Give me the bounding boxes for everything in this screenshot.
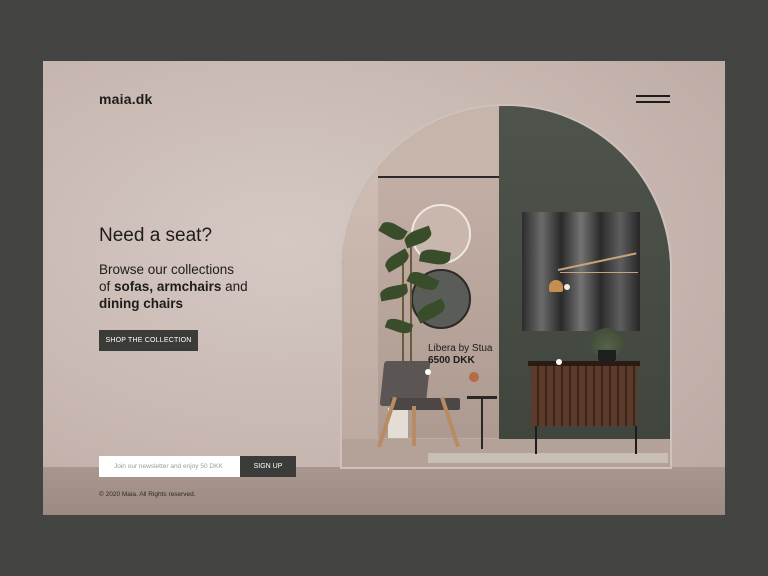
wall-lamp-shade bbox=[549, 280, 563, 292]
subtitle-text: of bbox=[99, 279, 111, 294]
subtitle-text: and bbox=[225, 279, 248, 294]
wall-lamp-knob bbox=[564, 284, 570, 290]
category-sofas: sofas bbox=[114, 279, 150, 294]
plant-leaf bbox=[379, 283, 409, 302]
arch-ceiling bbox=[378, 106, 499, 178]
logo[interactable]: maia.dk bbox=[99, 91, 153, 107]
category-separator: , bbox=[149, 279, 154, 294]
hero-panel: maia.dk Need a seat? Browse our collecti… bbox=[43, 61, 725, 515]
armchair-seat bbox=[390, 398, 460, 410]
product-hotspot-sideboard[interactable] bbox=[556, 359, 562, 365]
menu-line bbox=[636, 101, 670, 103]
vase bbox=[469, 372, 479, 382]
sideboard bbox=[531, 366, 637, 426]
armchair-leg bbox=[412, 406, 416, 446]
category-dining-chairs: dining chairs bbox=[99, 296, 184, 311]
plant-leaf bbox=[419, 247, 451, 267]
product-hotspot-armchair[interactable] bbox=[425, 369, 431, 375]
product-price: 6500 DKK bbox=[428, 355, 475, 366]
sideboard-legs bbox=[535, 426, 637, 454]
shop-collection-button[interactable]: SHOP THE COLLECTION bbox=[99, 330, 198, 351]
rug bbox=[428, 453, 668, 463]
newsletter-email-input[interactable] bbox=[99, 456, 240, 477]
plant-leaf bbox=[402, 225, 434, 249]
plant-leaf bbox=[414, 298, 448, 324]
sign-up-button[interactable]: SIGN UP bbox=[240, 456, 296, 477]
page-title: Need a seat? bbox=[99, 225, 213, 246]
side-table-leg bbox=[481, 399, 483, 449]
plant-leaf bbox=[384, 315, 414, 337]
hero-subtitle: Browse our collections of sofas, armchai… bbox=[99, 261, 309, 312]
arch-scene-image bbox=[342, 106, 670, 467]
plant-leaf bbox=[382, 248, 412, 273]
copyright: © 2020 Maia. All Rights reserved. bbox=[99, 491, 196, 498]
subtitle-line: Browse our collections bbox=[99, 262, 235, 277]
product-name[interactable]: Libera by Stua bbox=[428, 343, 493, 354]
hamburger-icon[interactable] bbox=[636, 95, 670, 105]
wall-lamp-arm bbox=[560, 272, 638, 273]
menu-line bbox=[636, 95, 670, 97]
category-armchairs: armchairs bbox=[156, 279, 222, 294]
